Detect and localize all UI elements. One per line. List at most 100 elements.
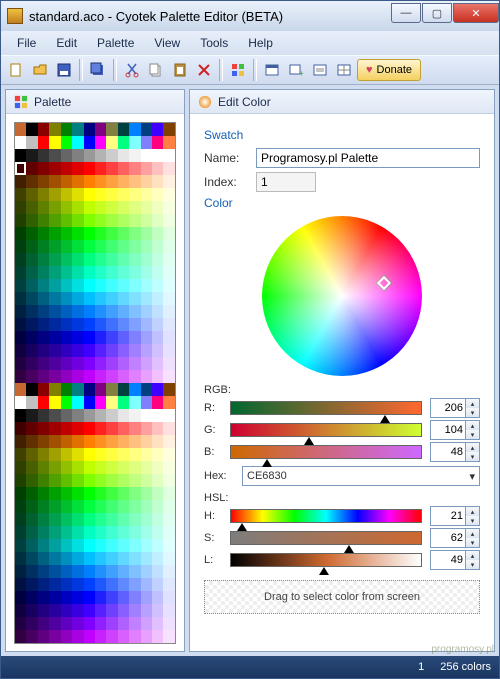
swatch-cell[interactable] bbox=[141, 136, 152, 149]
swatch-cell[interactable] bbox=[118, 435, 129, 448]
swatch-cell[interactable] bbox=[26, 188, 37, 201]
swatch-cell[interactable] bbox=[106, 474, 117, 487]
swatch-cell[interactable] bbox=[15, 370, 26, 383]
swatch-cell[interactable] bbox=[141, 474, 152, 487]
swatch-cell[interactable] bbox=[118, 357, 129, 370]
swatch-cell[interactable] bbox=[26, 617, 37, 630]
swatch-cell[interactable] bbox=[106, 253, 117, 266]
swatch-cell[interactable] bbox=[49, 214, 60, 227]
swatch-cell[interactable] bbox=[141, 435, 152, 448]
swatch-cell[interactable] bbox=[15, 344, 26, 357]
swatch-cell[interactable] bbox=[38, 578, 49, 591]
swatch-cell[interactable] bbox=[141, 604, 152, 617]
swatch-cell[interactable] bbox=[95, 409, 106, 422]
swatch-cell[interactable] bbox=[141, 279, 152, 292]
swatch-cell[interactable] bbox=[118, 630, 129, 643]
swatch-cell[interactable] bbox=[106, 552, 117, 565]
swatch-cell[interactable] bbox=[95, 149, 106, 162]
swatch-cell[interactable] bbox=[141, 266, 152, 279]
swatch-cell[interactable] bbox=[84, 591, 95, 604]
swatch-cell[interactable] bbox=[129, 357, 140, 370]
open-icon[interactable] bbox=[29, 59, 51, 81]
swatch-cell[interactable] bbox=[61, 201, 72, 214]
swatch-cell[interactable] bbox=[84, 422, 95, 435]
swatch-cell[interactable] bbox=[84, 279, 95, 292]
swatch-cell[interactable] bbox=[72, 578, 83, 591]
swatch-cell[interactable] bbox=[118, 370, 129, 383]
swatch-cell[interactable] bbox=[15, 383, 26, 396]
swatch-cell[interactable] bbox=[152, 214, 163, 227]
swatch-cell[interactable] bbox=[129, 396, 140, 409]
swatch-cell[interactable] bbox=[152, 409, 163, 422]
swatch-cell[interactable] bbox=[26, 292, 37, 305]
swatch-cell[interactable] bbox=[129, 175, 140, 188]
swatch-cell[interactable] bbox=[152, 435, 163, 448]
swatch-cell[interactable] bbox=[38, 539, 49, 552]
swatch-cell[interactable] bbox=[118, 617, 129, 630]
swatch-cell[interactable] bbox=[95, 604, 106, 617]
swatch-cell[interactable] bbox=[129, 136, 140, 149]
swatch-cell[interactable] bbox=[95, 201, 106, 214]
swatch-cell[interactable] bbox=[84, 331, 95, 344]
swatch-cell[interactable] bbox=[106, 539, 117, 552]
swatch-cell[interactable] bbox=[84, 409, 95, 422]
swatch-cell[interactable] bbox=[38, 396, 49, 409]
swatch-cell[interactable] bbox=[26, 474, 37, 487]
swatch-cell[interactable] bbox=[26, 266, 37, 279]
swatch-cell[interactable] bbox=[49, 591, 60, 604]
swatch-cell[interactable] bbox=[49, 357, 60, 370]
hex-dropdown[interactable]: CE6830▾ bbox=[242, 466, 480, 486]
swatch-cell[interactable] bbox=[61, 461, 72, 474]
swatch-cell[interactable] bbox=[129, 552, 140, 565]
swatch-cell[interactable] bbox=[49, 266, 60, 279]
b-value[interactable] bbox=[431, 443, 465, 461]
swatch-cell[interactable] bbox=[118, 149, 129, 162]
swatch-cell[interactable] bbox=[49, 162, 60, 175]
swatch-cell[interactable] bbox=[95, 539, 106, 552]
swatch-cell[interactable] bbox=[106, 396, 117, 409]
swatch-cell[interactable] bbox=[72, 162, 83, 175]
swatch-cell[interactable] bbox=[141, 344, 152, 357]
swatch-cell[interactable] bbox=[152, 539, 163, 552]
swatch-cell[interactable] bbox=[61, 526, 72, 539]
s-slider[interactable] bbox=[230, 531, 422, 545]
r-value[interactable] bbox=[431, 399, 465, 417]
swatch-cell[interactable] bbox=[152, 396, 163, 409]
swatch-cell[interactable] bbox=[95, 487, 106, 500]
swatch-cell[interactable] bbox=[15, 513, 26, 526]
swatch-cell[interactable] bbox=[141, 578, 152, 591]
swatch-cell[interactable] bbox=[129, 539, 140, 552]
swatch-cell[interactable] bbox=[106, 305, 117, 318]
swatch-cell[interactable] bbox=[38, 240, 49, 253]
swatch-cell[interactable] bbox=[72, 279, 83, 292]
swatch-cell[interactable] bbox=[141, 292, 152, 305]
menu-edit[interactable]: Edit bbox=[48, 34, 85, 52]
swatch-cell[interactable] bbox=[95, 552, 106, 565]
swatch-cell[interactable] bbox=[38, 370, 49, 383]
swatch-cell[interactable] bbox=[26, 513, 37, 526]
swatch-cell[interactable] bbox=[38, 292, 49, 305]
swatch-cell[interactable] bbox=[15, 578, 26, 591]
swatch-cell[interactable] bbox=[49, 331, 60, 344]
swatch-cell[interactable] bbox=[84, 162, 95, 175]
swatch-cell[interactable] bbox=[152, 175, 163, 188]
swatch-cell[interactable] bbox=[49, 630, 60, 643]
swatch-cell[interactable] bbox=[15, 604, 26, 617]
swatch-cell[interactable] bbox=[95, 396, 106, 409]
swatch-cell[interactable] bbox=[49, 461, 60, 474]
swatch-cell[interactable] bbox=[141, 396, 152, 409]
swatch-cell[interactable] bbox=[129, 227, 140, 240]
swatch-cell[interactable] bbox=[95, 630, 106, 643]
swatch-cell[interactable] bbox=[15, 461, 26, 474]
swatch-cell[interactable] bbox=[118, 175, 129, 188]
swatch-cell[interactable] bbox=[72, 552, 83, 565]
swatch-cell[interactable] bbox=[152, 513, 163, 526]
swatch-cell[interactable] bbox=[61, 513, 72, 526]
swatch-cell[interactable] bbox=[106, 279, 117, 292]
swatch-cell[interactable] bbox=[95, 526, 106, 539]
swatch-cell[interactable] bbox=[95, 513, 106, 526]
swatch-cell[interactable] bbox=[26, 240, 37, 253]
swatch-cell[interactable] bbox=[26, 162, 37, 175]
swatch-cell[interactable] bbox=[163, 149, 174, 162]
swatch-cell[interactable] bbox=[152, 578, 163, 591]
